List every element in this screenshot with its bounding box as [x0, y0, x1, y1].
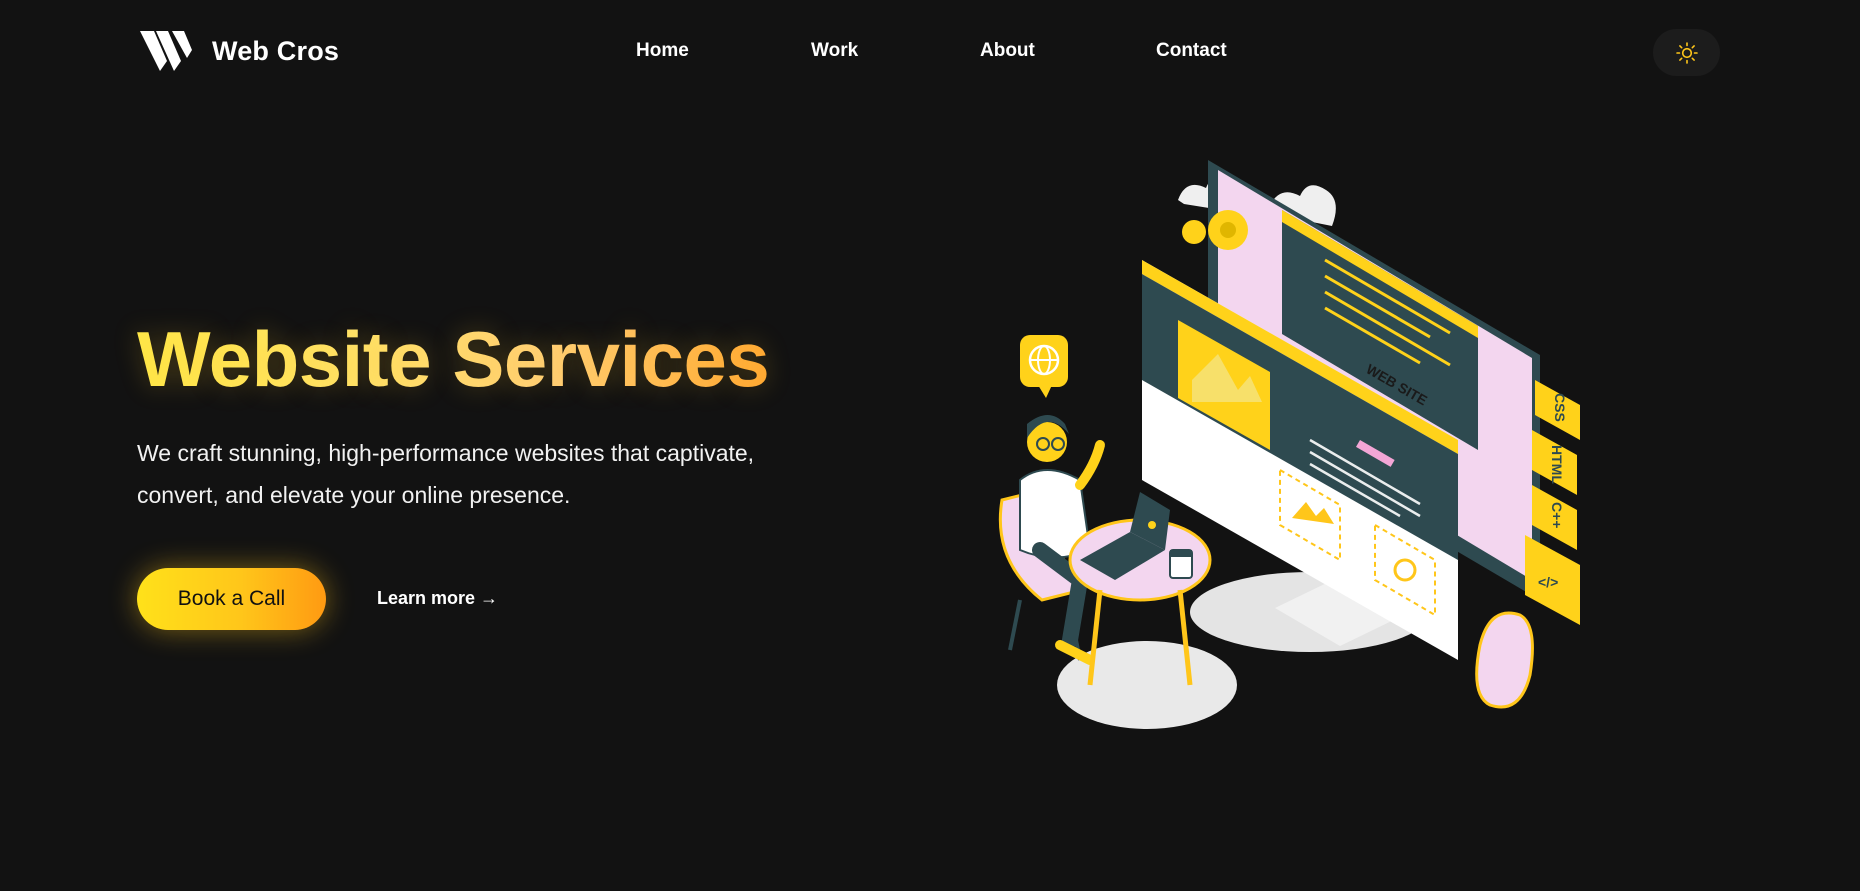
chip-css: CSS: [1552, 393, 1568, 422]
nav-home[interactable]: Home: [636, 40, 689, 62]
book-a-call-button[interactable]: Book a Call: [137, 568, 326, 630]
learn-more-link[interactable]: Learn more →: [377, 588, 498, 609]
hero-title: Website Services: [137, 315, 770, 403]
site-header: Web Cros Home Work About Contact: [0, 0, 1860, 106]
globe-icon: [1020, 335, 1068, 398]
sun-icon: [1675, 41, 1698, 64]
main-nav: Home Work About Contact: [0, 40, 1860, 68]
hero-subtitle: We craft stunning, high-performance webs…: [137, 440, 755, 508]
nav-contact[interactable]: Contact: [1156, 40, 1227, 62]
gear-icon: [1182, 210, 1248, 250]
hero-illustration: WEB SITE CSS HTML C++ </>: [980, 140, 1600, 740]
theme-toggle-button[interactable]: [1653, 29, 1720, 76]
web-developer-illustration: WEB SITE CSS HTML C++ </>: [998, 160, 1580, 729]
chip-cpp: C++: [1549, 502, 1565, 528]
svg-text:</>: </>: [1538, 574, 1558, 590]
nav-about[interactable]: About: [980, 40, 1035, 62]
nav-work[interactable]: Work: [811, 40, 858, 62]
landing-page: Web Cros Home Work About Contact Website…: [0, 0, 1860, 891]
chip-html: HTML: [1549, 445, 1565, 484]
